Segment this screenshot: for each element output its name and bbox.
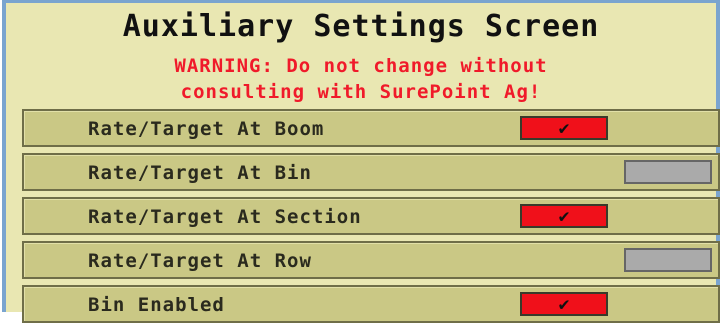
warning-message: WARNING: Do not change without consultin… — [6, 53, 716, 105]
setting-row-bin-enabled: Bin Enabled ✔ — [22, 285, 720, 323]
warning-line-2: consulting with SurePoint Ag! — [180, 81, 542, 103]
rate-target-at-row-toggle[interactable] — [624, 248, 712, 272]
setting-label: Bin Enabled — [88, 294, 225, 316]
settings-list: Rate/Target At Boom ✔ Rate/Target At Bin… — [22, 109, 720, 329]
page-title: Auxiliary Settings Screen — [122, 9, 600, 44]
check-icon: ✔ — [558, 293, 570, 315]
check-icon: ✔ — [558, 205, 570, 227]
setting-label: Rate/Target At Bin — [88, 162, 312, 184]
rate-target-at-boom-toggle[interactable]: ✔ — [520, 116, 608, 140]
warning-line-1: WARNING: Do not change without — [174, 55, 548, 77]
setting-row-rate-target-at-section: Rate/Target At Section ✔ — [22, 197, 720, 235]
rate-target-at-section-toggle[interactable]: ✔ — [520, 204, 608, 228]
setting-label: Rate/Target At Boom — [88, 118, 325, 140]
setting-row-rate-target-at-boom: Rate/Target At Boom ✔ — [22, 109, 720, 147]
check-icon: ✔ — [558, 117, 570, 139]
settings-screen: Auxiliary Settings Screen WARNING: Do no… — [2, 0, 720, 323]
setting-label: Rate/Target At Section — [88, 206, 362, 228]
setting-row-rate-target-at-row: Rate/Target At Row — [22, 241, 720, 279]
rate-target-at-bin-toggle[interactable] — [624, 160, 712, 184]
setting-row-rate-target-at-bin: Rate/Target At Bin — [22, 153, 720, 191]
setting-label: Rate/Target At Row — [88, 250, 312, 272]
bin-enabled-toggle[interactable]: ✔ — [520, 292, 608, 316]
